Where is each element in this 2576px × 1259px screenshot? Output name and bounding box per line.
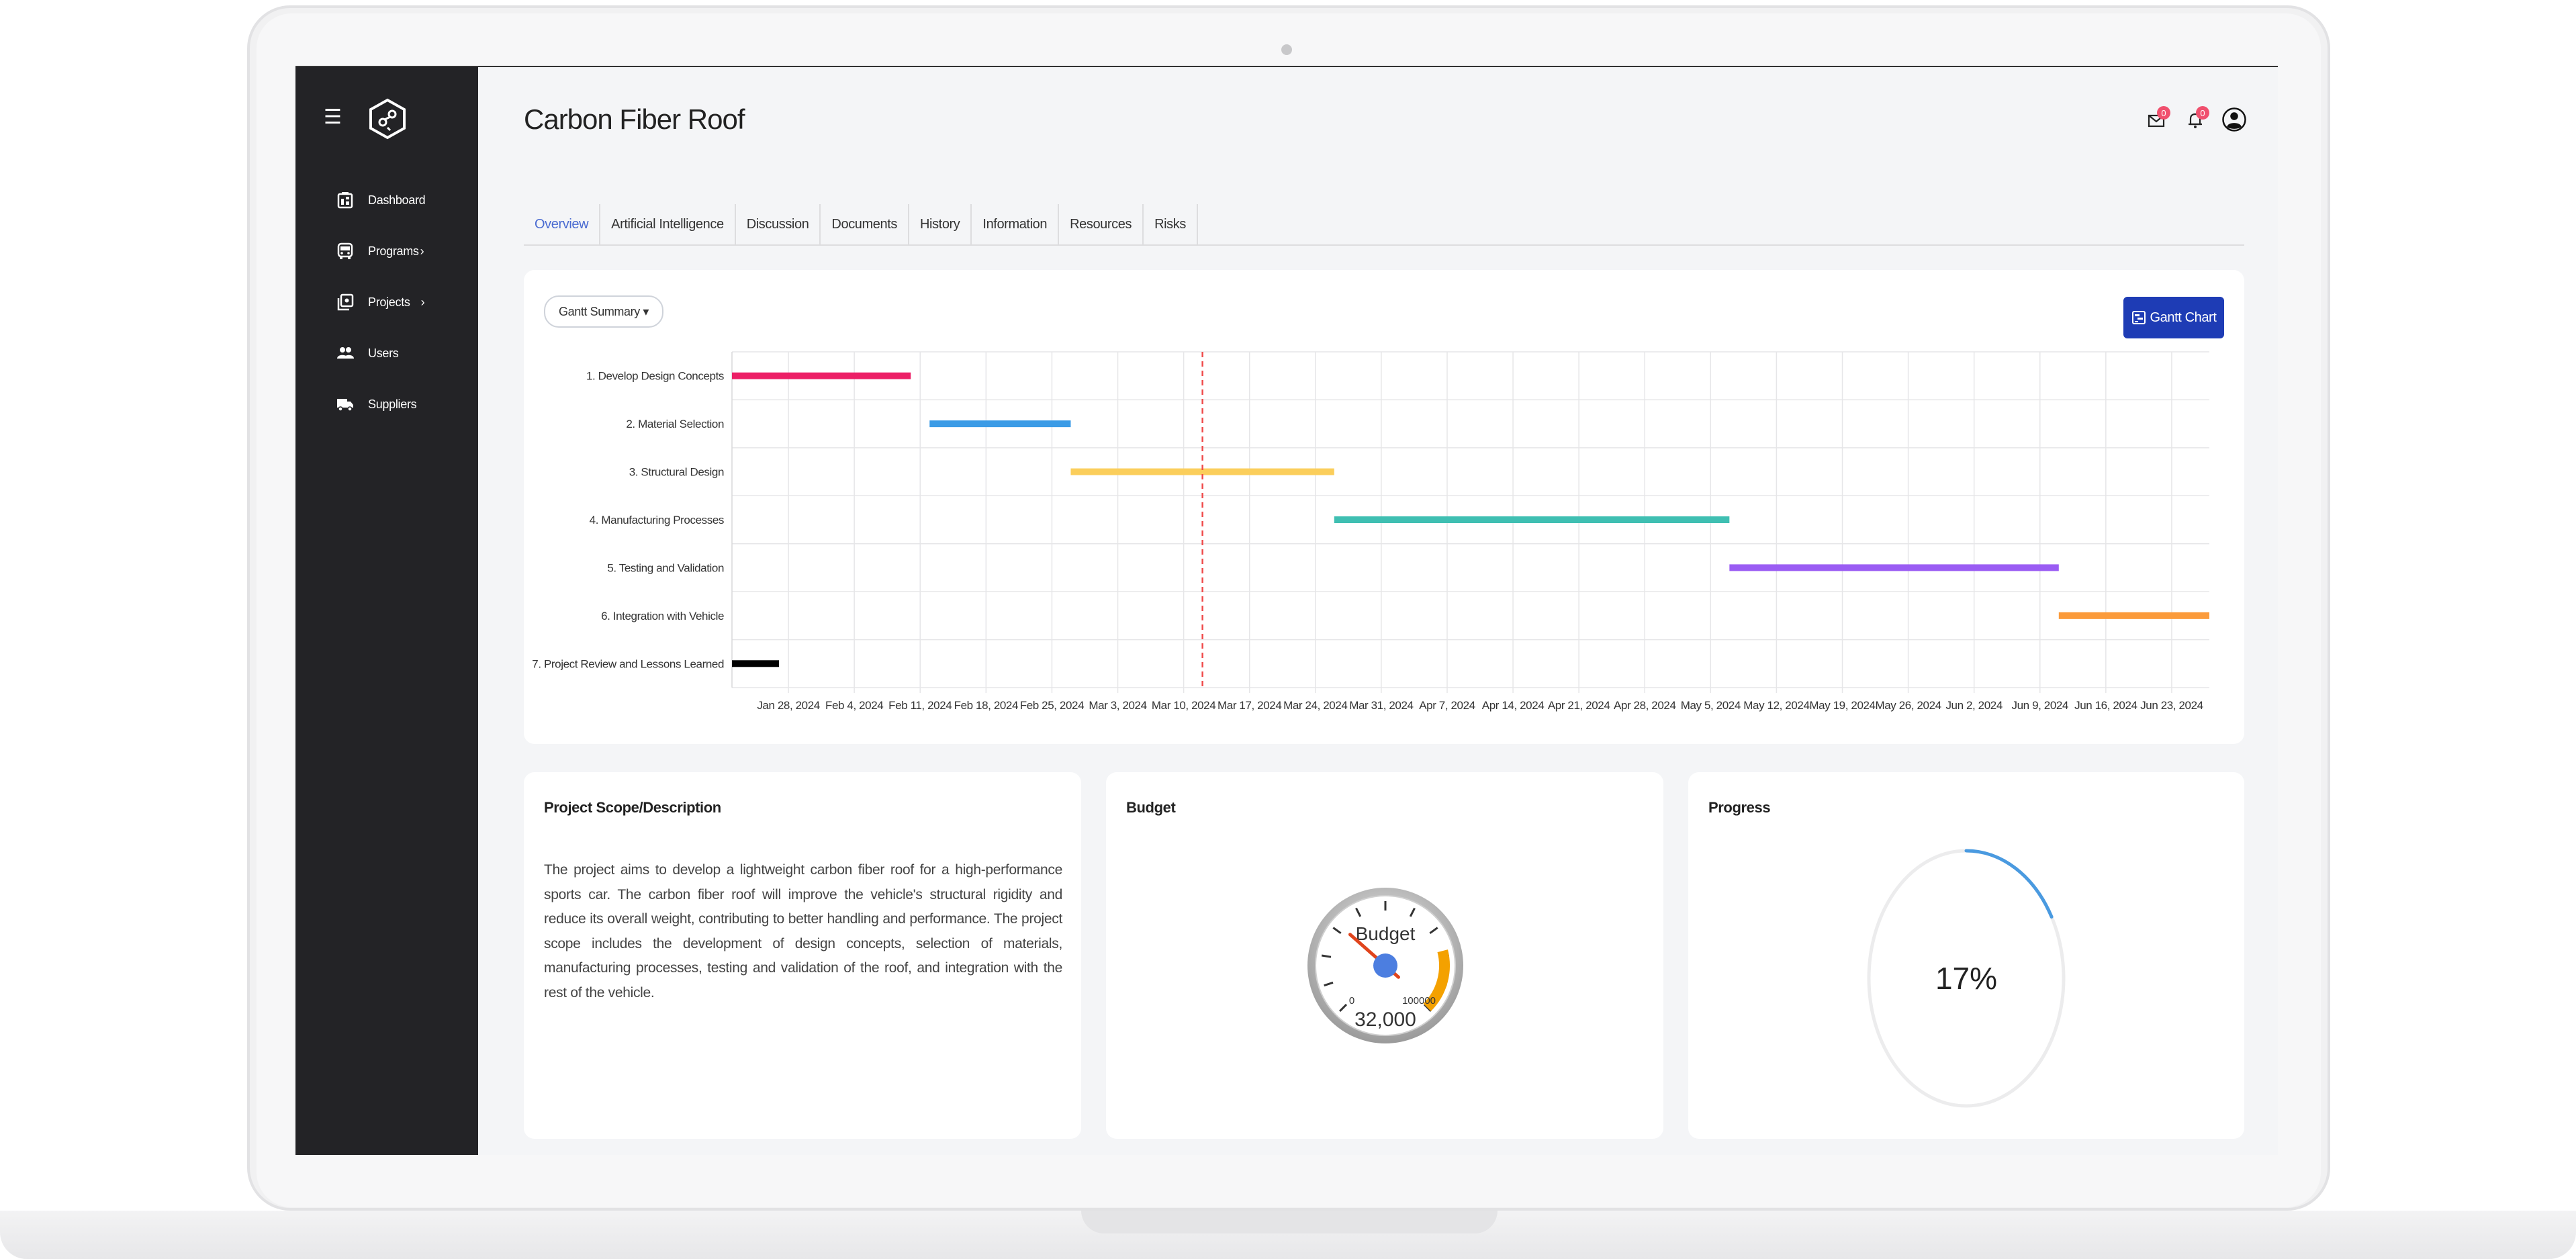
gantt-x-tick: May 5, 2024 xyxy=(1681,699,1741,712)
users-icon xyxy=(337,347,354,359)
gauge-max-label: 100000 xyxy=(1402,995,1436,1007)
tab-history[interactable]: History xyxy=(909,204,972,244)
sidebar-item-projects[interactable]: Projects › xyxy=(336,289,425,316)
gantt-x-tick: Apr 14, 2024 xyxy=(1482,699,1545,712)
gantt-x-tick: Jun 2, 2024 xyxy=(1945,699,2002,712)
tab-risks[interactable]: Risks xyxy=(1144,204,1198,244)
tab-information[interactable]: Information xyxy=(972,204,1060,244)
progress-arc xyxy=(1964,849,2054,919)
tab-overview[interactable]: Overview xyxy=(524,204,601,244)
sidebar-item-dashboard[interactable]: Dashboard xyxy=(336,187,430,214)
scope-description: The project aims to develop a lightweigh… xyxy=(544,862,1062,1000)
app-screen: ☰ Dashboard Programs › Projects › Users xyxy=(295,66,2278,1155)
sidebar-item-label: Dashboard xyxy=(368,193,426,207)
gantt-chart: Jan 28, 2024 Feb 4, 2024 Feb 11, 2024 Feb 1… xyxy=(532,351,2209,712)
gantt-x-tick: Feb 4, 2024 xyxy=(825,699,883,712)
sidebar-item-label: Programs xyxy=(368,244,419,258)
gantt-x-tick: Jan 28, 2024 xyxy=(757,699,820,712)
projects-icon xyxy=(337,293,354,311)
notifications-badge: 0 xyxy=(2196,106,2209,120)
gauge-value-label: 32,000 xyxy=(1354,1009,1416,1031)
gantt-task-bar[interactable] xyxy=(732,372,911,379)
gantt-task-bar[interactable] xyxy=(2058,612,2209,619)
gantt-x-tick: Feb 11, 2024 xyxy=(888,699,952,712)
sidebar-item-suppliers[interactable]: Suppliers xyxy=(336,391,422,418)
laptop-notch xyxy=(1081,1211,1498,1233)
gantt-x-tick: Jun 9, 2024 xyxy=(2012,699,2068,712)
gantt-x-tick: Mar 10, 2024 xyxy=(1152,699,1215,712)
dashboard-icon xyxy=(337,192,353,209)
main-content: Carbon Fiber Roof 0 0 Overview Artificial… xyxy=(478,67,2278,1155)
tab-resources[interactable]: Resources xyxy=(1059,204,1144,244)
gantt-x-tick: Mar 17, 2024 xyxy=(1217,699,1281,712)
gantt-x-tick: Jun 23, 2024 xyxy=(2140,699,2203,712)
header-actions: 0 0 xyxy=(2144,105,2247,134)
gantt-task-label: 3. Structural Design xyxy=(629,466,724,479)
budget-title: Budget xyxy=(1126,799,1176,816)
gantt-task-bar[interactable] xyxy=(1729,564,2059,571)
hamburger-icon[interactable]: ☰ xyxy=(324,107,342,128)
webcam xyxy=(1281,44,1292,55)
sidebar-item-label: Suppliers xyxy=(368,397,417,411)
gantt-x-tick: Apr 21, 2024 xyxy=(1548,699,1610,712)
sidebar-item-programs[interactable]: Programs › xyxy=(336,238,424,265)
sidebar: ☰ Dashboard Programs › Projects › Users xyxy=(295,67,478,1155)
progress-card: Progress 17% xyxy=(1688,772,2244,1139)
sidebar-item-users[interactable]: Users xyxy=(336,340,404,367)
gantt-x-tick: Feb 25, 2024 xyxy=(1020,699,1084,712)
gantt-x-tick: May 19, 2024 xyxy=(1809,699,1875,712)
tab-artificial-intelligence[interactable]: Artificial Intelligence xyxy=(600,204,736,244)
sidebar-item-label: Users xyxy=(368,346,399,360)
progress-title: Progress xyxy=(1708,799,1771,816)
bus-icon xyxy=(337,242,353,259)
gauge-hub xyxy=(1373,953,1397,978)
gantt-x-tick: May 26, 2024 xyxy=(1875,699,1941,712)
chevron-right-icon: › xyxy=(420,244,424,258)
progress-ring: 17% xyxy=(1867,849,2066,1108)
budget-card: Budget Budget 0 100000 32,000 xyxy=(1106,772,1663,1139)
gantt-task-label: 5. Testing and Validation xyxy=(607,561,724,574)
gantt-task-label: 7. Project Review and Lessons Learned xyxy=(532,657,724,670)
gantt-task-label: 2. Material Selection xyxy=(626,418,724,430)
page-title: Carbon Fiber Roof xyxy=(524,103,745,135)
gantt-task-bar[interactable] xyxy=(732,660,780,667)
user-avatar-icon xyxy=(2222,107,2246,132)
sidebar-item-label: Projects xyxy=(368,295,410,309)
gantt-task-bar[interactable] xyxy=(1334,516,1730,523)
gantt-x-tick: Mar 31, 2024 xyxy=(1349,699,1413,712)
gantt-x-tick: Apr 7, 2024 xyxy=(1419,699,1475,712)
gantt-task-label: 6. Integration with Vehicle xyxy=(601,610,724,622)
tab-documents[interactable]: Documents xyxy=(821,204,909,244)
notifications-button[interactable]: 0 xyxy=(2182,105,2209,134)
scope-title: Project Scope/Description xyxy=(544,799,721,816)
gantt-x-tick: Feb 18, 2024 xyxy=(954,699,1018,712)
gantt-x-tick: Apr 28, 2024 xyxy=(1614,699,1676,712)
gantt-x-tick: Mar 24, 2024 xyxy=(1283,699,1347,712)
truck-icon xyxy=(337,399,353,412)
gantt-task-bar[interactable] xyxy=(929,420,1071,428)
messages-button[interactable]: 0 xyxy=(2144,105,2170,134)
progress-percent: 17% xyxy=(1935,961,1997,996)
scope-card: Project Scope/Description The project ai… xyxy=(524,772,1081,1139)
tab-bar: Overview Artificial Intelligence Discussio… xyxy=(524,204,2244,246)
gantt-x-tick: May 12, 2024 xyxy=(1743,699,1809,712)
gantt-task-label: 4. Manufacturing Processes xyxy=(590,514,724,526)
gantt-x-tick: Jun 16, 2024 xyxy=(2074,699,2137,712)
budget-gauge: Budget 0 100000 32,000 xyxy=(1307,888,1463,1043)
user-avatar[interactable] xyxy=(2221,105,2247,134)
gantt-task-label: 1. Develop Design Concepts xyxy=(586,370,724,383)
gantt-card: Gantt Summary ▾ Gantt Chart Jan 28, 2024… xyxy=(524,270,2244,744)
hexagon-logo-icon[interactable] xyxy=(368,98,407,140)
messages-badge: 0 xyxy=(2157,106,2170,120)
gantt-x-tick: Mar 3, 2024 xyxy=(1089,699,1146,712)
gauge-min-label: 0 xyxy=(1349,995,1354,1007)
tab-discussion[interactable]: Discussion xyxy=(736,204,821,244)
chevron-right-icon: › xyxy=(420,295,425,309)
gauge-label: Budget xyxy=(1356,923,1416,944)
